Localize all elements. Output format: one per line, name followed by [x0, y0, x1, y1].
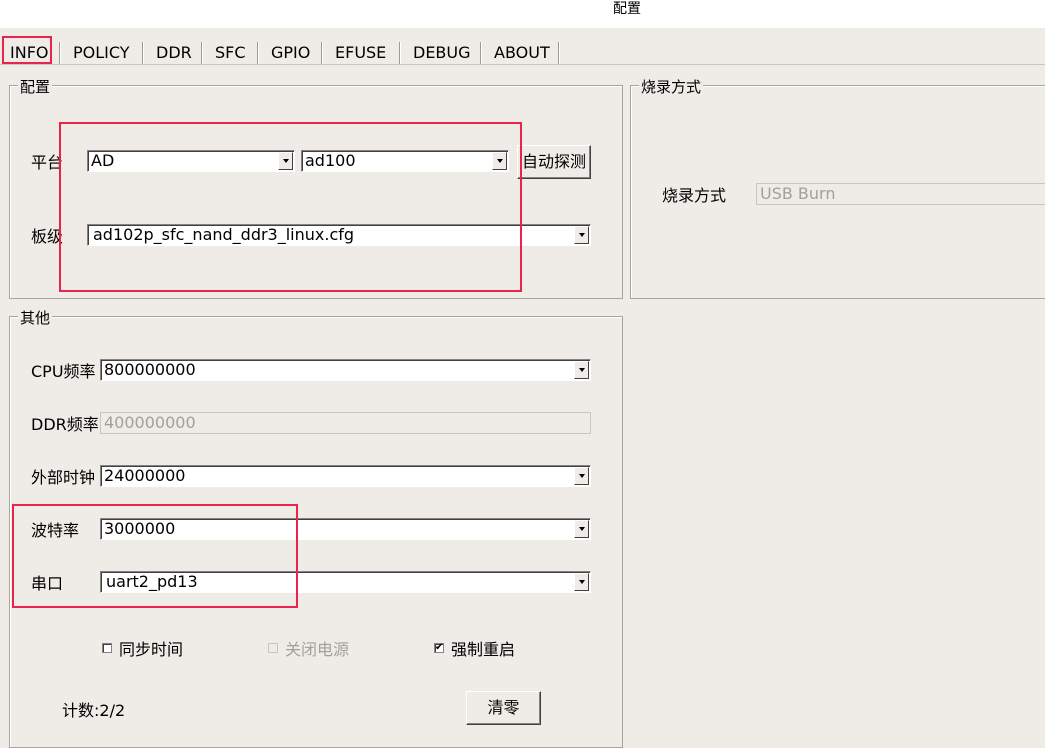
board-label: 板级: [31, 227, 64, 246]
tab-separator: [321, 42, 322, 64]
power-off-label: 关闭电源: [285, 640, 350, 659]
board-select[interactable]: ad102p_sfc_nand_ddr3_linux.cfg: [87, 224, 591, 246]
tab-separator: [201, 42, 202, 64]
tab-policy[interactable]: POLICY: [68, 40, 135, 66]
tab-debug[interactable]: DEBUG: [408, 40, 476, 66]
chevron-down-icon[interactable]: [574, 361, 589, 379]
chip-select[interactable]: ad100: [301, 150, 509, 172]
tab-about[interactable]: ABOUT: [489, 40, 555, 66]
tab-separator: [399, 42, 400, 64]
tab-separator: [480, 42, 481, 64]
platform-label: 平台: [31, 153, 64, 172]
burn-method-value: USB Burn: [760, 184, 836, 203]
board-select-value: ad102p_sfc_nand_ddr3_linux.cfg: [93, 225, 355, 244]
ddr-freq-value: 400000000: [104, 413, 196, 432]
ext-clock-value: 24000000: [104, 466, 186, 485]
tab-efuse[interactable]: EFUSE: [330, 40, 391, 66]
count-label: 计数:2/2: [62, 701, 126, 720]
tab-ddr[interactable]: DDR: [151, 40, 197, 66]
clear-button[interactable]: 清零: [466, 691, 541, 725]
baud-value: 3000000: [104, 519, 176, 538]
tab-separator: [142, 42, 143, 64]
tab-baseline: [0, 64, 1045, 65]
sync-time-label: 同步时间: [119, 640, 184, 659]
cpu-freq-value: 800000000: [104, 360, 196, 379]
chevron-down-icon[interactable]: [574, 573, 589, 591]
power-off-checkbox: [268, 643, 278, 653]
chevron-down-icon[interactable]: [492, 152, 507, 170]
tab-separator: [558, 42, 559, 64]
cpu-freq-select[interactable]: 800000000: [100, 359, 591, 381]
tab-separator: [257, 42, 258, 64]
tab-gpio[interactable]: GPIO: [266, 40, 315, 66]
platform-select[interactable]: AD: [87, 150, 295, 172]
burn-method-label: 烧录方式: [662, 186, 727, 205]
window-title: 配置: [613, 1, 641, 17]
force-reboot-label: 强制重启: [451, 640, 516, 659]
chip-select-value: ad100: [305, 151, 356, 170]
serial-value: uart2_pd13: [106, 572, 198, 591]
chevron-down-icon[interactable]: [574, 226, 589, 244]
chevron-down-icon[interactable]: [278, 152, 293, 170]
checkmark-icon: ✔: [435, 642, 444, 653]
config-group-legend: 配置: [18, 78, 53, 96]
tab-info[interactable]: INFO: [5, 40, 53, 66]
burn-method-field: USB Burn: [756, 183, 1045, 205]
sync-time-checkbox[interactable]: [102, 643, 112, 653]
ddr-freq-label: DDR频率: [31, 415, 99, 434]
baud-label: 波特率: [31, 521, 80, 540]
chevron-down-icon[interactable]: [574, 520, 589, 538]
ext-clock-label: 外部时钟: [31, 468, 96, 487]
cpu-freq-label: CPU频率: [31, 362, 96, 381]
config-group: [9, 85, 623, 299]
tab-separator: [59, 42, 60, 64]
tab-sfc[interactable]: SFC: [210, 40, 251, 66]
auto-detect-button[interactable]: 自动探测: [517, 145, 591, 179]
serial-label: 串口: [31, 574, 64, 593]
ddr-freq-field: 400000000: [100, 412, 591, 434]
baud-select[interactable]: 3000000: [100, 518, 591, 540]
ext-clock-select[interactable]: 24000000: [100, 465, 591, 487]
force-reboot-checkbox[interactable]: ✔: [434, 643, 444, 653]
other-group-legend: 其他: [18, 309, 53, 327]
burn-group-legend: 烧录方式: [639, 78, 704, 96]
platform-select-value: AD: [91, 151, 115, 170]
serial-select[interactable]: uart2_pd13: [100, 571, 591, 593]
chevron-down-icon[interactable]: [574, 467, 589, 485]
